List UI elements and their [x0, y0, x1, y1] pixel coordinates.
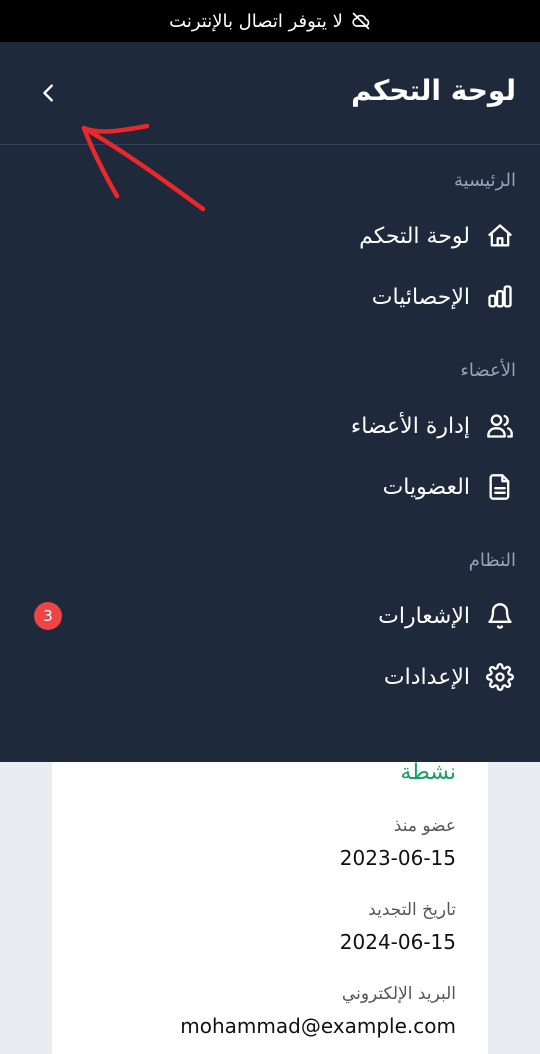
nav-item-label: العضويات	[382, 474, 470, 500]
notification-count-badge: 3	[34, 602, 62, 630]
users-icon	[484, 410, 516, 442]
nav-item-settings[interactable]: الإعدادات	[56, 653, 516, 701]
field-label-renewal-date: تاريخ التجديد	[368, 900, 456, 920]
status-bar: لا يتوفر اتصال بالإنترنت	[0, 0, 540, 42]
membership-status: نشطة	[400, 760, 456, 785]
bar-chart-icon	[484, 281, 516, 313]
bell-icon	[484, 600, 516, 632]
field-label-member-since: عضو منذ	[393, 816, 456, 836]
nav-item-statistics[interactable]: الإحصائيات	[56, 273, 516, 321]
chevron-left-icon	[43, 84, 53, 102]
navigation-drawer: لوحة التحكم الرئيسية لوحة التحكم الإحصائ…	[0, 42, 540, 762]
nav-item-dashboard[interactable]: لوحة التحكم	[56, 212, 516, 260]
nav-item-label: لوحة التحكم	[359, 223, 470, 249]
nav-item-notifications[interactable]: الإشعارات	[56, 592, 516, 640]
nav-item-label: الإعدادات	[383, 664, 470, 690]
gear-icon	[484, 661, 516, 693]
drawer-title: لوحة التحكم	[351, 74, 516, 107]
drawer-header: لوحة التحكم	[0, 42, 540, 145]
nav-item-label: الإحصائيات	[371, 284, 470, 310]
offline-message: لا يتوفر اتصال بالإنترنت	[169, 10, 343, 32]
section-label-system: النظام	[468, 550, 516, 571]
section-label-main: الرئيسية	[454, 170, 516, 191]
nav-item-member-management[interactable]: إدارة الأعضاء	[56, 402, 516, 450]
field-value-email: mohammad@example.com	[180, 1014, 456, 1038]
nav-item-label: الإشعارات	[378, 603, 470, 629]
field-value-member-since: 2023-06-15	[339, 846, 456, 870]
nav-item-memberships[interactable]: العضويات	[56, 463, 516, 511]
document-icon	[484, 471, 516, 503]
field-label-email: البريد الإلكتروني	[341, 984, 456, 1004]
home-icon	[484, 220, 516, 252]
cloud-off-icon	[351, 11, 371, 31]
collapse-drawer-button[interactable]	[32, 76, 66, 110]
membership-details-card: نشطة عضو منذ 2023-06-15 تاريخ التجديد 20…	[52, 760, 488, 1054]
nav-item-label: إدارة الأعضاء	[350, 413, 470, 439]
field-value-renewal-date: 2024-06-15	[339, 930, 456, 954]
section-label-members: الأعضاء	[460, 360, 516, 381]
